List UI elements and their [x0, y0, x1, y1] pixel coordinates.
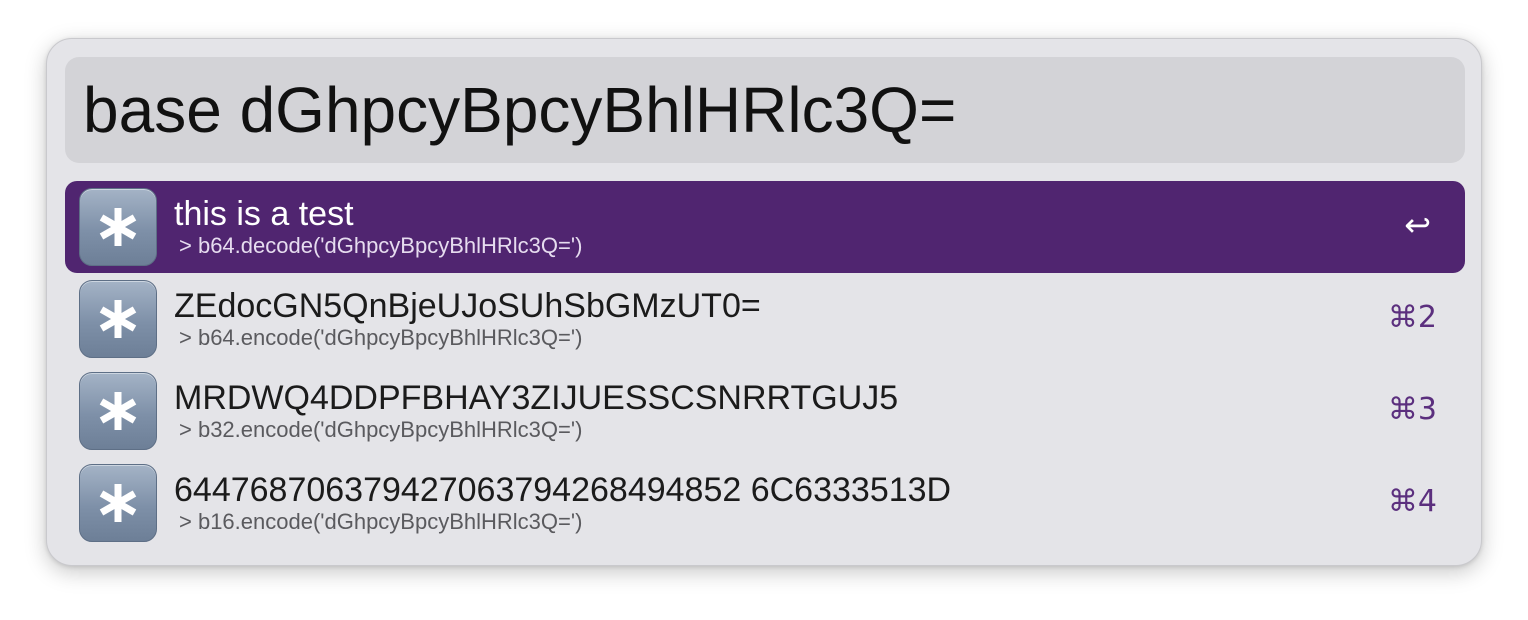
launcher-window: this is a test > b64.decode('dGhpcyBpcyB…	[46, 38, 1482, 566]
result-subtitle: > b64.encode('dGhpcyBpcyBhlHRlc3Q=')	[179, 325, 583, 350]
result-subtitle: > b64.decode('dGhpcyBpcyBhlHRlc3Q=')	[179, 233, 583, 258]
return-key-icon: ↩	[1404, 206, 1431, 244]
result-shortcut: ⌘2	[1387, 300, 1437, 335]
search-input[interactable]	[83, 65, 1447, 155]
result-title: ZEdocGN5QnBjeUJoSUhSbGMzUT0=	[174, 287, 761, 325]
results-list: this is a test > b64.decode('dGhpcyBpcyB…	[65, 181, 1465, 549]
search-box[interactable]	[65, 57, 1465, 163]
result-item-b16-encode[interactable]: 644768706379427063794268494852 6C6333513…	[65, 457, 1465, 549]
result-title: this is a test	[174, 195, 354, 233]
result-title: MRDWQ4DDPFBHAY3ZIJUESSCSNRRTGUJ5	[174, 379, 899, 417]
asterisk-icon	[79, 464, 157, 542]
asterisk-icon	[79, 372, 157, 450]
result-item-decode[interactable]: this is a test > b64.decode('dGhpcyBpcyB…	[65, 181, 1465, 273]
result-title: 644768706379427063794268494852 6C6333513…	[174, 471, 952, 509]
asterisk-icon	[79, 188, 157, 266]
result-item-b64-encode[interactable]: ZEdocGN5QnBjeUJoSUhSbGMzUT0= > b64.encod…	[65, 273, 1465, 365]
result-shortcut: ⌘4	[1387, 484, 1437, 519]
asterisk-icon	[79, 280, 157, 358]
result-shortcut: ⌘3	[1387, 392, 1437, 427]
result-subtitle: > b32.encode('dGhpcyBpcyBhlHRlc3Q=')	[179, 417, 583, 442]
result-item-b32-encode[interactable]: MRDWQ4DDPFBHAY3ZIJUESSCSNRRTGUJ5 > b32.e…	[65, 365, 1465, 457]
result-subtitle: > b16.encode('dGhpcyBpcyBhlHRlc3Q=')	[179, 509, 583, 534]
